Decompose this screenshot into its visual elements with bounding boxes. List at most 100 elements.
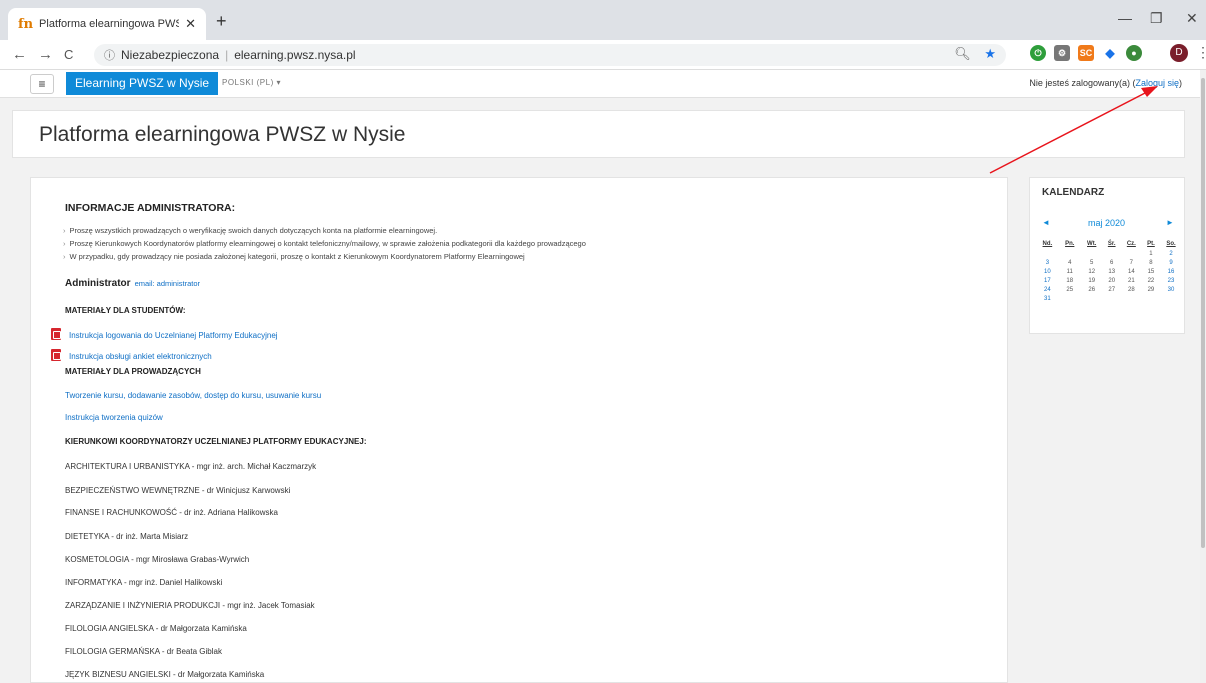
coordinator-item: BEZPIECZEŃSTWO WEWNĘTRZNE - dr Winicjusz…: [65, 486, 291, 495]
calendar-week-row: 10 11 12 13 14 15 16: [1036, 267, 1182, 276]
weekday-label: So.: [1166, 241, 1176, 247]
maximize-button[interactable]: ❐: [1150, 10, 1163, 27]
calendar-day[interactable]: 3: [1036, 258, 1059, 267]
calendar-day[interactable]: 2: [1160, 249, 1182, 258]
weekday-label: Cz.: [1126, 241, 1136, 247]
login-link[interactable]: Zaloguj się: [1135, 78, 1179, 88]
calendar-day[interactable]: 5: [1081, 258, 1103, 267]
extension-globe-icon[interactable]: ●: [1126, 45, 1142, 61]
browser-menu-icon[interactable]: ⋮: [1196, 44, 1206, 61]
calendar-block: KALENDARZ ◄ maj 2020 ► Nd. Pn. Wt. Śr. C…: [1029, 177, 1185, 334]
calendar-month-link[interactable]: maj 2020: [1088, 218, 1125, 228]
coordinator-item: ARCHITEKTURA I URBANISTYKA - mgr inż. ar…: [65, 462, 317, 471]
language-selector[interactable]: POLSKI (PL) ▾: [222, 78, 281, 87]
calendar-day[interactable]: 13: [1103, 267, 1121, 276]
extension-diamond-icon[interactable]: ◆: [1102, 45, 1118, 61]
extension-gear-icon[interactable]: ⚙: [1054, 45, 1070, 61]
url-text: elearning.pwsz.nysa.pl: [234, 48, 356, 62]
coordinator-item: FILOLOGIA ANGIELSKA - dr Małgorzata Kami…: [65, 624, 247, 633]
calendar-day[interactable]: 27: [1103, 285, 1121, 294]
coordinator-item: ZARZĄDZANIE I INŻYNIERIA PRODUKCJI - mgr…: [65, 601, 315, 610]
close-window-button[interactable]: ✕: [1186, 10, 1198, 27]
student-material-link[interactable]: Instrukcja logowania do Uczelnianej Plat…: [69, 331, 278, 340]
forward-button[interactable]: →: [38, 46, 53, 63]
calendar-day: [1081, 294, 1103, 303]
calendar-day: [1121, 294, 1142, 303]
calendar-next-month-icon[interactable]: ►: [1166, 218, 1174, 227]
extension-power-icon[interactable]: ⏻: [1030, 45, 1046, 61]
calendar-day[interactable]: 1: [1142, 249, 1160, 258]
calendar-day[interactable]: 4: [1059, 258, 1081, 267]
calendar-day[interactable]: 17: [1036, 276, 1059, 285]
calendar-day[interactable]: 25: [1059, 285, 1081, 294]
teacher-material-link[interactable]: Instrukcja tworzenia quizów: [65, 413, 163, 422]
coordinator-item: FINANSE I RACHUNKOWOŚĆ - dr inż. Adriana…: [65, 508, 278, 517]
calendar-day[interactable]: 19: [1081, 276, 1103, 285]
calendar-day[interactable]: 14: [1121, 267, 1142, 276]
calendar-day: [1142, 294, 1160, 303]
calendar-day[interactable]: 24: [1036, 285, 1059, 294]
weekday-label: Pn.: [1065, 241, 1075, 247]
menu-toggle-button[interactable]: ≡: [30, 74, 54, 94]
calendar-day: [1121, 249, 1142, 258]
extension-sc-icon[interactable]: SC: [1078, 45, 1094, 61]
coordinator-item: JĘZYK BIZNESU ANGIELSKI - dr Małgorzata …: [65, 670, 265, 679]
new-tab-button[interactable]: +: [216, 12, 227, 30]
login-status-text: Nie jesteś zalogowany(a) (: [1029, 78, 1136, 88]
calendar-day[interactable]: 10: [1036, 267, 1059, 276]
calendar-day[interactable]: 26: [1081, 285, 1103, 294]
info-icon[interactable]: ⓘ: [104, 47, 115, 63]
calendar-day[interactable]: 31: [1036, 294, 1059, 303]
coordinators-heading: KIERUNKOWI KOORDYNATORZY UCZELNIANEJ PLA…: [65, 437, 367, 446]
profile-avatar[interactable]: D: [1170, 44, 1188, 62]
student-material-link[interactable]: Instrukcja obsługi ankiet elektronicznyc…: [69, 352, 212, 361]
calendar-day: [1103, 294, 1121, 303]
site-favicon-icon: fn: [18, 16, 34, 32]
page-scrollbar[interactable]: [1200, 70, 1206, 683]
calendar-prev-month-icon[interactable]: ◄: [1042, 218, 1050, 227]
minimize-button[interactable]: —: [1118, 10, 1132, 26]
main-content: INFORMACJE ADMINISTRATORA: › Proszę wszys…: [30, 177, 1008, 683]
admin-info-heading: INFORMACJE ADMINISTRATORA:: [65, 202, 236, 214]
site-brand-link[interactable]: Elearning PWSZ w Nysie: [66, 72, 219, 95]
calendar-day[interactable]: 29: [1142, 285, 1160, 294]
calendar-day[interactable]: 23: [1160, 276, 1182, 285]
calendar-day[interactable]: 6: [1103, 258, 1121, 267]
bookmark-star-icon[interactable]: ★: [984, 46, 996, 61]
security-label: Niezabezpieczona: [121, 48, 220, 62]
weekday-label: Nd.: [1042, 241, 1053, 247]
calendar-week-row: 12: [1036, 249, 1182, 258]
calendar-days: 1 2 3 4 5 6 7 8 9 10 11 12 13 14 15 16 17 18 19 20 21 22 23 24 2…: [1036, 249, 1182, 303]
calendar-day[interactable]: 12: [1081, 267, 1103, 276]
calendar-day: [1036, 249, 1059, 258]
calendar-day[interactable]: 30: [1160, 285, 1182, 294]
calendar-week-row: 31: [1036, 294, 1182, 303]
page-title: Platforma elearningowa PWSZ w Nysie: [39, 123, 406, 146]
weekday-label: Śr.: [1107, 241, 1116, 247]
calendar-day[interactable]: 8: [1142, 258, 1160, 267]
calendar-day[interactable]: 22: [1142, 276, 1160, 285]
calendar-day[interactable]: 15: [1142, 267, 1160, 276]
back-button[interactable]: ←: [12, 46, 27, 63]
browser-tab[interactable]: fn Platforma elearningowa PWSZ w ✕: [8, 8, 206, 40]
tab-close-icon[interactable]: ✕: [185, 16, 196, 32]
calendar-day[interactable]: 18: [1059, 276, 1081, 285]
administrator-contact-link[interactable]: email: administrator: [135, 279, 200, 288]
calendar-day[interactable]: 7: [1121, 258, 1142, 267]
calendar-day[interactable]: 16: [1160, 267, 1182, 276]
site-navbar: ≡ Elearning PWSZ w Nysie POLSKI (PL) ▾ N…: [0, 70, 1200, 98]
address-bar[interactable]: ⓘ Niezabezpieczona | elearning.pwsz.nysa…: [94, 44, 1006, 66]
calendar-day: [1059, 294, 1081, 303]
teacher-material-link[interactable]: Tworzenie kursu, dodawanie zasobów, dost…: [65, 391, 321, 400]
calendar-day[interactable]: 11: [1059, 267, 1081, 276]
scrollbar-thumb[interactable]: [1201, 78, 1205, 548]
calendar-weekday-row: Nd. Pn. Wt. Śr. Cz. Pt. So.: [1036, 239, 1182, 249]
zoom-icon[interactable]: 🔍︎: [954, 46, 971, 61]
calendar-day[interactable]: 21: [1121, 276, 1142, 285]
calendar-day[interactable]: 20: [1103, 276, 1121, 285]
reload-button[interactable]: C: [64, 47, 73, 62]
calendar-day[interactable]: 28: [1121, 285, 1142, 294]
admin-bullet: › W przypadku, gdy prowadzący nie posiada…: [63, 252, 525, 261]
calendar-day[interactable]: 9: [1160, 258, 1182, 267]
coordinator-item: DIETETYKA - dr inż. Marta Misiarz: [65, 532, 189, 541]
